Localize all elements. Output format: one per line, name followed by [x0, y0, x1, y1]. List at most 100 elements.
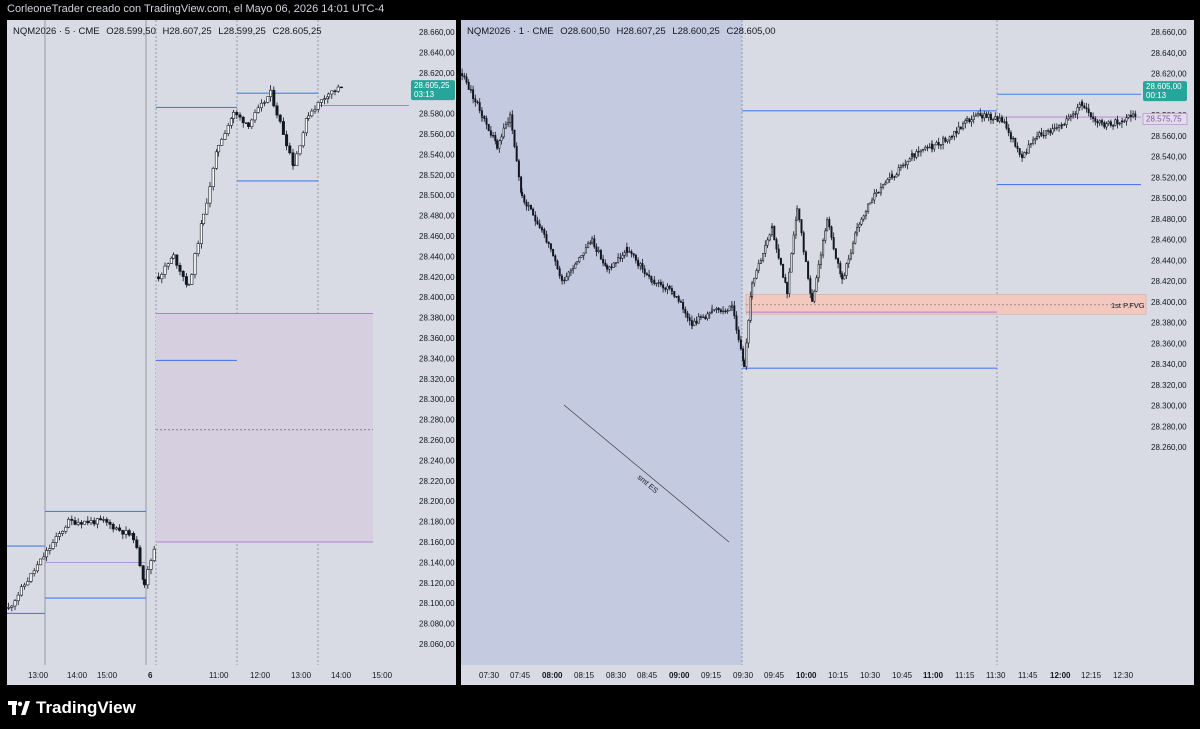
right-candle-body [610, 266, 613, 268]
header-text: CorleoneTrader creado con TradingView.co… [7, 3, 385, 15]
right-candle-body [487, 123, 490, 132]
header-bar: CorleoneTrader creado con TradingView.co… [0, 0, 1200, 20]
right-candle-body [834, 248, 837, 259]
right-candle-body [679, 301, 682, 303]
right-candle-body [739, 339, 742, 350]
left-candle-body [92, 520, 96, 525]
left-candle-body [247, 122, 251, 127]
right-candle-body [463, 75, 466, 78]
right-candle-body [968, 118, 971, 122]
right-candle-body [472, 89, 475, 100]
right-candle-body [726, 310, 729, 312]
right-candle-body [567, 271, 570, 278]
left-candle-body [278, 114, 282, 122]
right-y-tick: 28.620,00 [1151, 70, 1187, 79]
left-candle-body [184, 276, 188, 285]
right-candle-body [662, 284, 665, 289]
left-candle-body [23, 584, 27, 587]
left-candle-body [288, 145, 292, 154]
right-candle-body [1121, 120, 1124, 123]
left-candle-body [269, 89, 273, 97]
right-open: O28.600,50 [560, 26, 610, 37]
left-candle-body [202, 213, 206, 224]
right-candle-body [673, 291, 676, 297]
left-candle-body [89, 520, 93, 524]
right-price-tag-value: 28.605,00 [1146, 82, 1182, 91]
left-chart-canvas[interactable]: 28.660,0028.640,0028.620,0028.600,0028.5… [7, 20, 456, 685]
left-candle-body [263, 102, 267, 104]
right-x-tick: 10:15 [828, 671, 849, 680]
right-candle-body [841, 273, 844, 280]
right-x-tick: 11:15 [955, 671, 975, 680]
right-candle-body [807, 261, 810, 279]
right-candle-body [743, 360, 746, 368]
left-chart-pane[interactable]: 28.660,0028.640,0028.620,0028.600,0028.5… [7, 20, 456, 685]
right-candle-body [1009, 132, 1012, 140]
left-candle-body [157, 276, 161, 280]
left-candle-body [105, 519, 109, 523]
right-candle-body [828, 219, 831, 228]
right-candle-body [737, 329, 740, 341]
left-x-tick: 13:00 [28, 671, 49, 680]
right-candle-body [822, 240, 825, 256]
left-candle-body [211, 168, 215, 187]
right-candle-body [634, 254, 637, 261]
right-candle-body [755, 270, 758, 279]
right-candle-body [1074, 113, 1077, 115]
right-candle-body [1085, 107, 1088, 110]
right-candle-body [893, 176, 896, 178]
left-candle-body [73, 520, 77, 525]
right-candle-body [1118, 122, 1121, 125]
left-y-tick: 28.580,00 [419, 110, 455, 119]
right-candle-body [798, 208, 801, 220]
right-candle-body [717, 308, 720, 311]
right-candle-body [908, 158, 911, 162]
left-y-tick: 28.440,00 [419, 252, 455, 261]
right-candle-body [1051, 128, 1054, 134]
right-chart-canvas[interactable]: 28.660,0028.640,0028.620,0028.600,0028.5… [461, 20, 1194, 685]
right-x-tick: 07:45 [510, 671, 531, 680]
right-candle-body [884, 182, 887, 186]
left-y-tick: 28.360,00 [419, 334, 455, 343]
right-candle-body [775, 239, 778, 250]
right-candle-body [815, 277, 818, 292]
right-candle-body [1105, 123, 1108, 128]
right-candle-body [507, 122, 510, 125]
right-candle-body [911, 153, 914, 155]
footer-bar: TradingView [0, 686, 1200, 729]
right-candle-body [504, 123, 507, 129]
right-candle-body [1096, 121, 1099, 124]
left-y-tick: 28.200,00 [419, 497, 455, 506]
right-candle-body [639, 263, 642, 267]
right-candle-body [742, 348, 745, 361]
right-candle-body [895, 174, 898, 178]
right-candle-body [915, 151, 918, 158]
right-candle-body [983, 113, 986, 119]
right-candle-body [826, 219, 829, 232]
right-candle-body [788, 271, 791, 294]
tradingview-logo[interactable]: TradingView [8, 698, 136, 718]
left-candle-body [253, 112, 257, 121]
right-candle-body [621, 255, 624, 259]
left-candle-body [132, 533, 136, 541]
right-candle-body [684, 308, 687, 314]
right-candle-body [591, 238, 594, 244]
right-candle-body [565, 276, 568, 281]
right-candle-body [1123, 120, 1126, 123]
left-candle-body [301, 132, 305, 147]
right-chart-pane[interactable]: 28.660,0028.640,0028.620,0028.600,0028.5… [461, 20, 1194, 685]
left-candle-body [327, 93, 331, 98]
right-candle-body [852, 242, 855, 254]
right-candle-body [525, 201, 528, 207]
right-candle-body [589, 242, 592, 244]
right-candle-body [745, 342, 748, 368]
left-candle-body [141, 565, 145, 580]
right-candle-body [1018, 148, 1021, 155]
right-candle-body [792, 234, 795, 254]
left-candle-body [48, 548, 52, 551]
right-candle-body [1049, 130, 1052, 134]
right-candle-body [724, 310, 727, 313]
right-candle-body [485, 118, 488, 125]
right-x-tick: 12:00 [1050, 671, 1071, 680]
left-candle-body [187, 284, 191, 286]
